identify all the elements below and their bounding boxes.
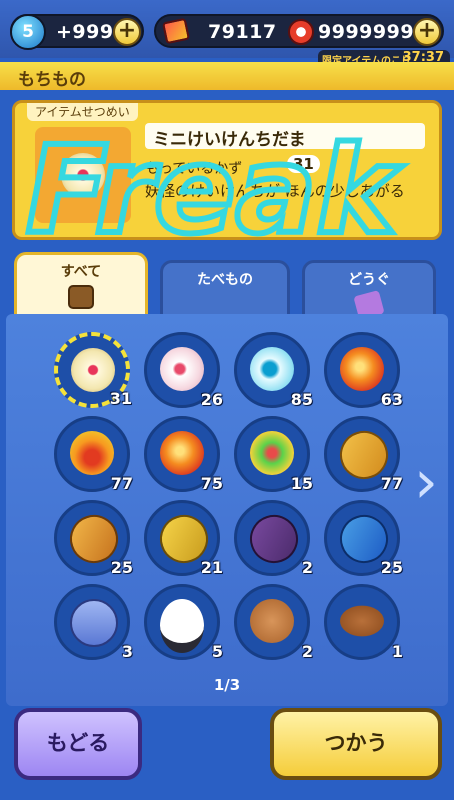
mini-exp-orb-icon (61, 153, 105, 197)
item-count: 3 (121, 642, 133, 661)
teal-orb-icon (250, 347, 294, 391)
tab-tools-label: どうぐ (348, 272, 390, 288)
item-count: 75 (200, 474, 223, 493)
tab-food[interactable]: たべもの (160, 260, 290, 341)
orb-counter: 5 +999 + (10, 14, 144, 50)
add-orbs-button[interactable]: + (113, 18, 141, 46)
pie-icon (340, 605, 384, 637)
description-label: アイテムせつめい (27, 103, 138, 121)
item-name: ミニけいけんちだま (145, 123, 425, 150)
page-title: もちもの (18, 70, 86, 90)
golden-orb-icon (250, 431, 294, 475)
item-count: 21 (200, 558, 223, 577)
item-count: 26 (200, 390, 223, 409)
item-slot[interactable]: 1 (324, 584, 403, 661)
bag-icon (68, 285, 94, 309)
item-slot[interactable]: 77 (324, 416, 403, 493)
ticket-icon (161, 17, 191, 45)
flame-orb-icon (70, 431, 114, 475)
item-count: 77 (380, 474, 403, 493)
item-preview (35, 127, 131, 223)
item-grid: 31 26 85 63 77 75 15 77 25 21 2 25 3 5 2… (6, 314, 448, 706)
item-count: 85 (290, 390, 313, 409)
item-count: 77 (110, 474, 133, 493)
item-count: 31 (109, 389, 132, 408)
red-orb-icon (340, 347, 384, 391)
item-count: 25 (110, 558, 133, 577)
item-slot[interactable]: 31 (54, 332, 132, 408)
item-slot[interactable]: 63 (324, 332, 403, 409)
item-description-panel: アイテムせつめい ミニけいけんちだま もっているかず 31 妖怪のけいけんちが … (12, 100, 442, 240)
bread-icon (250, 599, 294, 643)
currency-counter: 79117 9999999 + (154, 14, 444, 48)
orb-count: +999 (56, 21, 114, 43)
page-indicator: 1/3 (213, 676, 241, 694)
crystal-orb-icon (160, 431, 204, 475)
item-slot[interactable]: 75 (144, 416, 223, 493)
tab-all-label: すべて (60, 264, 102, 280)
item-count: 25 (380, 558, 403, 577)
item-slot[interactable]: 21 (144, 500, 223, 577)
header-band: もちもの (0, 62, 454, 90)
next-page-arrow-icon[interactable]: › (414, 452, 444, 522)
rice-ball-icon (160, 599, 204, 653)
item-count: 63 (380, 390, 403, 409)
ticket-count: 79117 (208, 21, 277, 43)
coin-count: 9999999 (318, 21, 415, 43)
item-slot[interactable]: 26 (144, 332, 223, 409)
item-slot[interactable]: 3 (54, 584, 133, 661)
use-button[interactable]: つかう (270, 708, 442, 780)
item-slot[interactable]: 2 (234, 584, 313, 661)
item-count: 2 (301, 558, 313, 577)
coin-icon (288, 19, 314, 45)
item-slot[interactable]: 15 (234, 416, 313, 493)
owned-label: もっているかず (145, 161, 243, 177)
purple-book-icon (243, 508, 305, 570)
item-slot[interactable]: 5 (144, 584, 223, 661)
orb-level-icon: 5 (10, 14, 46, 50)
owned-count: 31 (287, 155, 320, 173)
item-count: 15 (290, 474, 313, 493)
item-count: 5 (211, 642, 223, 661)
back-button[interactable]: もどる (14, 708, 142, 780)
category-tabs: すべて たべもの どうぐ (14, 252, 440, 341)
tab-all[interactable]: すべて (14, 252, 148, 316)
item-count: 2 (301, 642, 313, 661)
item-slot[interactable]: 2 (234, 500, 313, 577)
mini-exp-orb-icon (71, 348, 115, 392)
item-description: 妖怪のけいけんちが ほんの少しあがる (145, 182, 405, 200)
item-count: 1 (391, 642, 403, 661)
item-slot[interactable]: 25 (54, 500, 133, 577)
glove-icon (70, 599, 118, 647)
item-slot[interactable]: 85 (234, 332, 313, 409)
pink-orb-icon (160, 347, 204, 391)
orb-level: 5 (22, 22, 34, 42)
tab-tools[interactable]: どうぐ (302, 260, 436, 320)
tab-food-label: たべもの (197, 272, 253, 288)
item-slot[interactable]: 77 (54, 416, 133, 493)
top-bar: 5 +999 + 79117 9999999 + 限定アイテムのこり 37:37 (0, 0, 454, 68)
add-coins-button[interactable]: + (413, 18, 441, 46)
item-slot[interactable]: 25 (324, 500, 403, 577)
